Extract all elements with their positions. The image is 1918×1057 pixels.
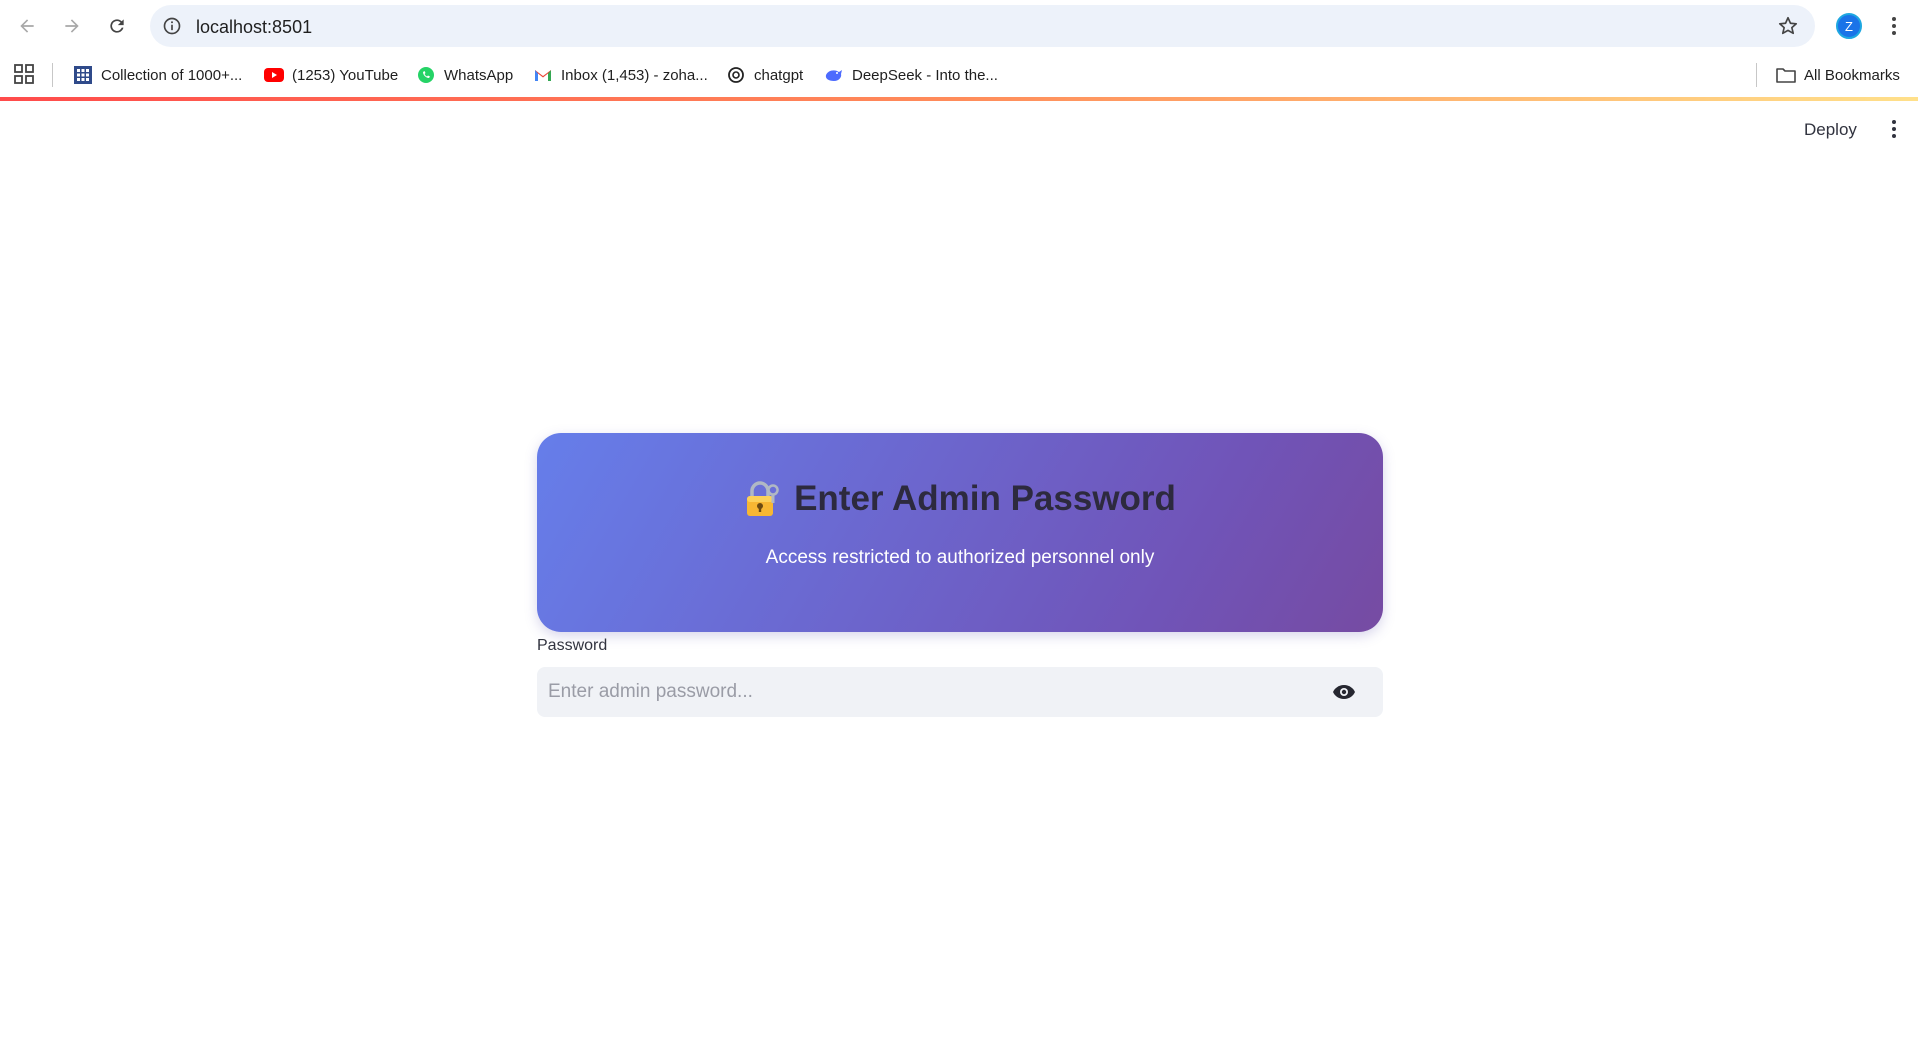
reload-button[interactable]: [101, 10, 133, 42]
show-password-button[interactable]: [1331, 680, 1357, 704]
bookmark-youtube[interactable]: (1253) YouTube: [264, 62, 398, 88]
bookmarks-bar: Collection of 1000+... (1253) YouTube Wh…: [0, 52, 1918, 98]
browser-menu-button[interactable]: [1880, 12, 1908, 40]
bookmarks-divider: [52, 63, 53, 87]
password-label: Password: [537, 637, 608, 654]
password-field: [537, 667, 1383, 717]
whatsapp-favicon-icon: [416, 65, 436, 85]
password-input[interactable]: [548, 667, 1308, 717]
bookmarks-divider: [1756, 63, 1757, 87]
bookmark-whatsapp[interactable]: WhatsApp: [416, 62, 513, 88]
lock-with-key-icon: [747, 481, 779, 516]
bookmark-label: DeepSeek - Into the...: [852, 66, 998, 84]
arrow-right-icon: [65, 19, 79, 33]
profile-avatar[interactable]: Z: [1836, 13, 1862, 39]
url-text: localhost:8501: [196, 17, 313, 37]
deepseek-favicon-icon: [824, 65, 844, 85]
banner-heading: Enter Admin Password: [537, 479, 1383, 519]
bookmark-star-icon[interactable]: [1777, 15, 1799, 37]
apps-grid-icon[interactable]: [14, 64, 34, 84]
arrow-left-icon: [20, 19, 34, 33]
youtube-favicon-icon: [264, 65, 284, 85]
banner-title: Enter Admin Password: [794, 479, 1176, 518]
banner-subtitle: Access restricted to authorized personne…: [765, 547, 1155, 568]
all-bookmarks-button[interactable]: All Bookmarks: [1776, 62, 1900, 88]
grid-favicon-icon: [73, 65, 93, 85]
app-main-menu-button[interactable]: [1880, 114, 1908, 144]
chatgpt-favicon-icon: [726, 65, 746, 85]
all-bookmarks-label: All Bookmarks: [1804, 66, 1900, 84]
address-bar[interactable]: localhost:8501: [150, 5, 1815, 47]
bookmark-deepseek[interactable]: DeepSeek - Into the...: [824, 62, 998, 88]
bookmark-label: WhatsApp: [444, 66, 514, 84]
bookmark-gmail[interactable]: Inbox (1,453) - zoha...: [533, 62, 708, 88]
bookmark-collection[interactable]: Collection of 1000+...: [73, 62, 242, 88]
app-decoration-bar: [0, 97, 1918, 101]
deploy-button[interactable]: Deploy: [1794, 116, 1867, 144]
bookmark-label: (1253) YouTube: [292, 66, 399, 84]
browser-toolbar: localhost:8501 Z: [0, 0, 1918, 52]
folder-icon: [1776, 65, 1796, 85]
admin-login-banner: Enter Admin Password Access restricted t…: [537, 433, 1383, 632]
bookmark-label: chatgpt: [754, 66, 804, 84]
more-vertical-icon: [1892, 17, 1896, 35]
eye-icon: [1333, 685, 1355, 699]
site-info-icon[interactable]: [162, 16, 182, 36]
bookmark-label: Inbox (1,453) - zoha...: [561, 66, 708, 84]
forward-button[interactable]: [56, 10, 88, 42]
bookmark-chatgpt[interactable]: chatgpt: [726, 62, 803, 88]
more-vertical-icon: [1892, 120, 1896, 138]
gmail-favicon-icon: [533, 65, 553, 85]
bookmark-label: Collection of 1000+...: [101, 66, 243, 84]
reload-icon: [110, 19, 124, 33]
back-button[interactable]: [11, 10, 43, 42]
